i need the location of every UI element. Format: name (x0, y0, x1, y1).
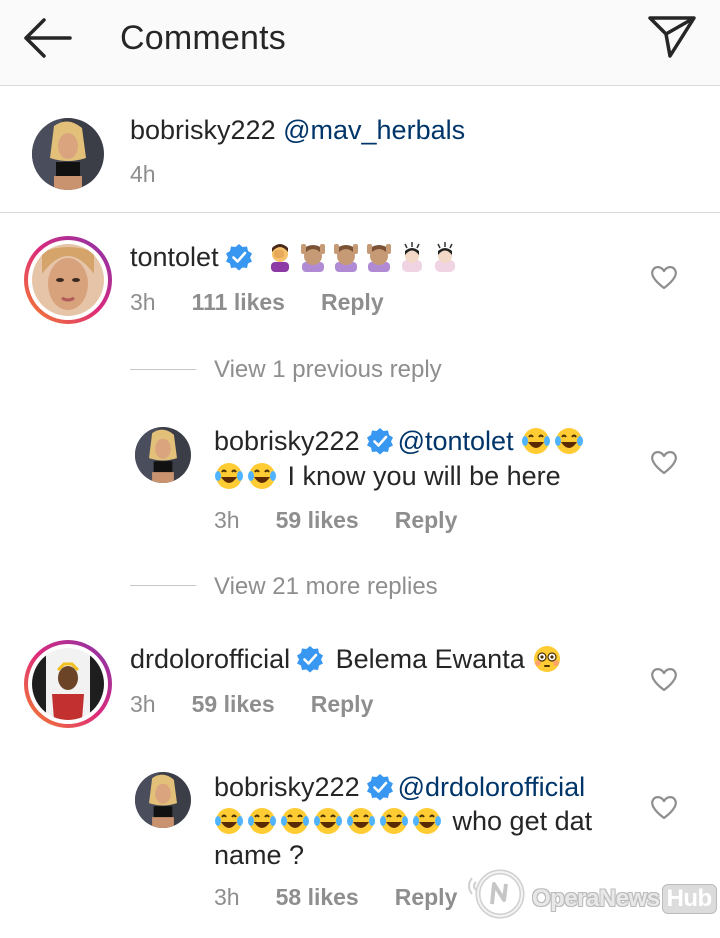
tears-of-joy-emoji (380, 808, 408, 834)
comment-text: who get dat (452, 806, 593, 836)
view-more-replies-link[interactable]: View 21 more replies (214, 573, 438, 601)
operanews-watermark: OperaNews Hub (468, 862, 717, 924)
tears-of-joy-emoji (314, 808, 342, 834)
mention-link[interactable]: @drdolorofficial (398, 772, 586, 802)
tears-of-joy-emoji (281, 808, 309, 834)
reply-button[interactable]: Reply (395, 507, 458, 533)
post-caption: bobrisky222 @mav_herbals 4h (0, 86, 720, 213)
likes-count[interactable]: 111 likes (192, 289, 285, 315)
tears-of-joy-emoji (555, 428, 584, 454)
heart-icon[interactable] (650, 264, 678, 290)
facepalm-emoji (270, 244, 289, 272)
page-title: Comments (120, 19, 286, 57)
comment-text: Belema Ewanta (335, 644, 525, 674)
story-ring-avatar[interactable] (24, 236, 112, 324)
reply-button[interactable]: Reply (395, 884, 458, 910)
verified-badge-icon (297, 646, 324, 673)
tears-of-joy-emoji (248, 463, 276, 489)
likes-count[interactable]: 59 likes (192, 691, 275, 717)
tears-of-joy-emoji (215, 463, 243, 489)
watermark-hub: Hub (661, 884, 717, 914)
likes-count[interactable]: 58 likes (276, 884, 359, 910)
avatar[interactable] (135, 427, 191, 483)
heart-icon[interactable] (650, 666, 678, 692)
view-replies-divider (130, 585, 196, 586)
kneeling-person-emoji (434, 242, 455, 272)
username[interactable]: bobrisky222 (130, 115, 276, 145)
likes-count[interactable]: 59 likes (276, 507, 359, 533)
verified-badge-icon (366, 774, 393, 801)
view-previous-replies-link[interactable]: View 1 previous reply (214, 356, 442, 384)
see-no-evil-emoji (333, 244, 358, 272)
watermark-text: OperaNews (532, 885, 660, 912)
view-replies-divider (130, 369, 196, 370)
verified-badge-icon (225, 244, 252, 271)
heart-icon[interactable] (650, 794, 678, 820)
flushed-face-emoji (534, 646, 561, 672)
paper-plane-icon[interactable] (646, 14, 698, 58)
timestamp: 3h (214, 884, 240, 910)
mention-link[interactable]: @tontolet (398, 426, 514, 456)
tears-of-joy-emoji (522, 428, 551, 454)
avatar[interactable] (32, 118, 104, 190)
username[interactable]: tontolet (130, 242, 219, 272)
comment-text: I know you will be here (287, 461, 561, 491)
kneeling-person-emoji (401, 242, 422, 272)
heart-icon[interactable] (650, 449, 678, 475)
arrow-left-icon[interactable] (20, 16, 76, 60)
avatar[interactable] (135, 772, 191, 828)
reply-button[interactable]: Reply (321, 289, 384, 315)
see-no-evil-emoji (366, 244, 391, 272)
timestamp: 3h (130, 691, 156, 717)
timestamp: 3h (214, 507, 240, 533)
reply-button[interactable]: Reply (311, 691, 374, 717)
comment-text: name ? (214, 840, 305, 870)
timestamp: 4h (130, 161, 156, 187)
operanews-logo-icon (468, 869, 525, 919)
story-ring-avatar[interactable] (24, 640, 112, 728)
top-bar: Comments (0, 0, 720, 86)
username[interactable]: bobrisky222 (214, 772, 360, 802)
verified-badge-icon (366, 428, 393, 455)
tears-of-joy-emoji (215, 808, 243, 834)
tears-of-joy-emoji (413, 808, 441, 834)
tears-of-joy-emoji (347, 808, 375, 834)
timestamp: 3h (130, 289, 156, 315)
tears-of-joy-emoji (248, 808, 276, 834)
username[interactable]: bobrisky222 (214, 426, 360, 456)
mention-link[interactable]: @mav_herbals (283, 115, 465, 145)
username[interactable]: drdolorofficial (130, 644, 290, 674)
see-no-evil-emoji (300, 244, 325, 272)
